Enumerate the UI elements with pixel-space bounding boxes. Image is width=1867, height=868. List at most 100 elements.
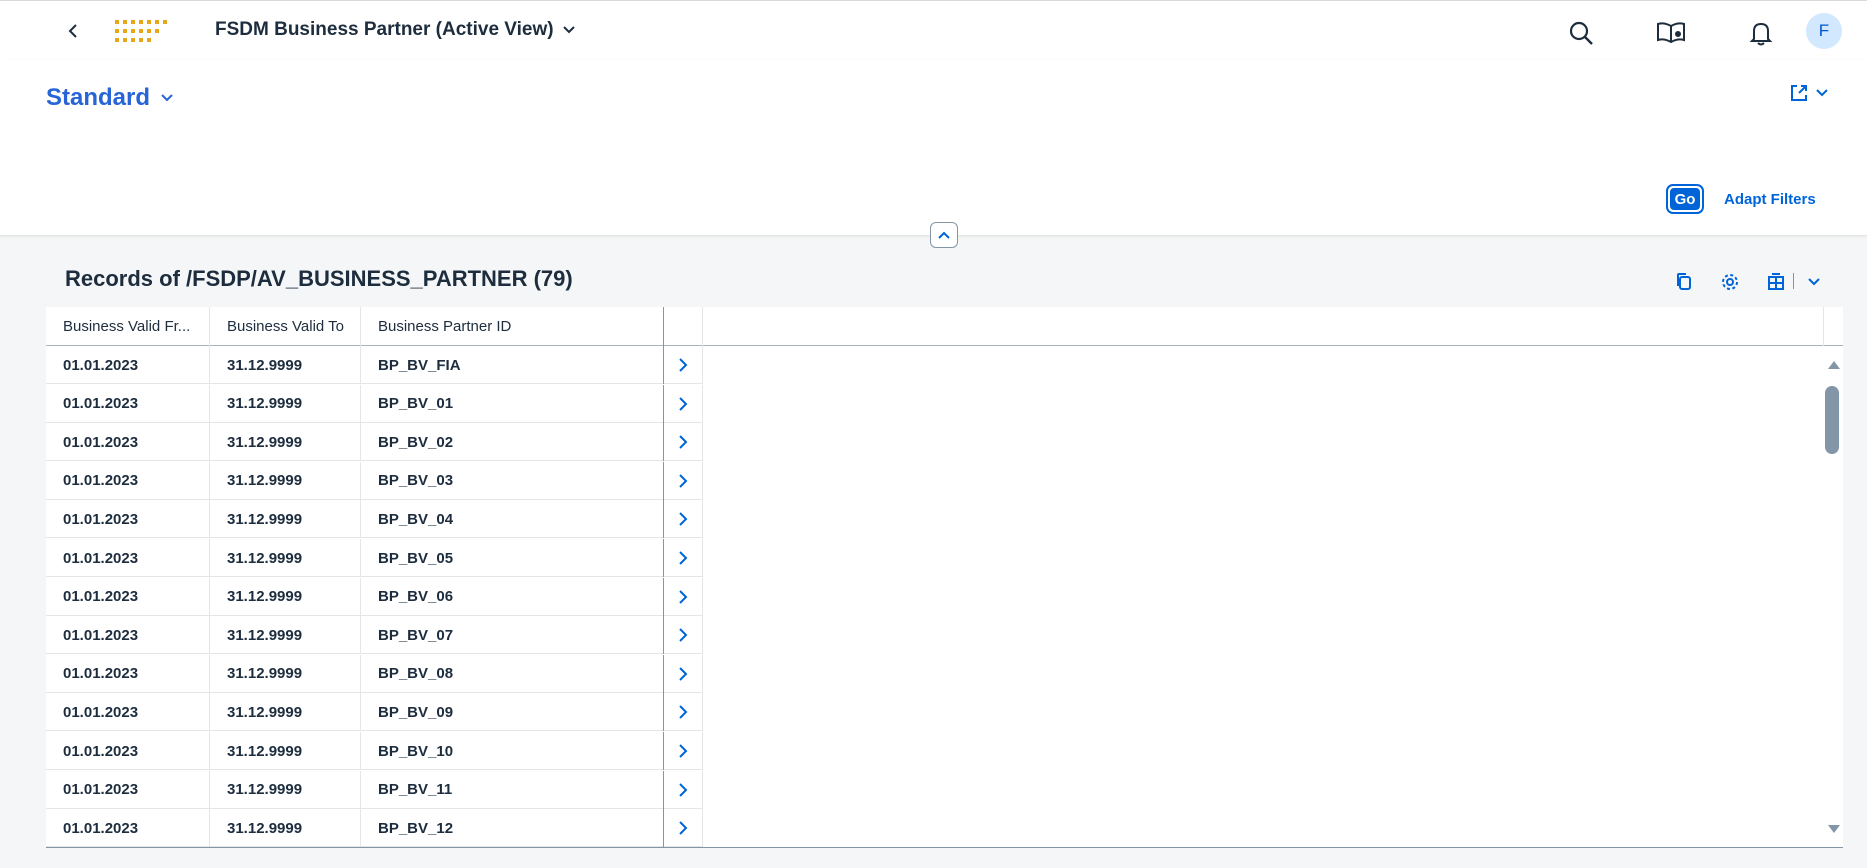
table-row[interactable]: 01.01.2023 31.12.9999 BP_BV_03 [46,461,703,500]
chevron-right-icon [679,705,688,720]
row-navigation[interactable] [664,346,703,384]
chevron-down-icon [1816,89,1828,97]
chevron-down-icon [1808,278,1820,286]
joule-button[interactable] [1653,15,1689,51]
company-logo[interactable] [115,19,175,45]
notifications-button[interactable] [1743,15,1779,51]
row-navigation[interactable] [664,732,703,770]
row-navigation[interactable] [664,809,703,848]
cell-valid-from: 01.01.2023 [46,500,210,539]
table-row[interactable]: 01.01.2023 31.12.9999 BP_BV_11 [46,770,703,809]
scroll-down-arrow-icon[interactable] [1828,824,1840,834]
chevron-right-icon [679,551,688,565]
table-row[interactable]: 01.01.2023 31.12.9999 BP_BV_07 [46,616,703,655]
copy-button[interactable] [1670,268,1698,296]
chevron-right-icon [679,821,688,835]
cell-business-partner-id: BP_BV_06 [361,577,664,616]
table-row[interactable]: 01.01.2023 31.12.9999 BP_BV_05 [46,539,703,577]
notification-bell-icon [1749,22,1773,46]
table-row[interactable]: 01.01.2023 31.12.9999 BP_BV_10 [46,732,703,770]
avatar[interactable]: F [1806,13,1842,49]
row-navigation[interactable] [664,500,703,539]
cell-business-partner-id: BP_BV_05 [361,539,664,577]
table-row[interactable]: 01.01.2023 31.12.9999 BP_BV_01 [46,384,703,423]
cell-valid-to: 31.12.9999 [210,809,361,848]
chevron-down-icon [161,94,173,102]
row-navigation[interactable] [664,770,703,809]
cell-business-partner-id: BP_BV_02 [361,423,664,462]
cell-valid-to: 31.12.9999 [210,461,361,500]
export-menu-button[interactable] [1800,268,1828,296]
table-title: Records of /FSDP/AV_BUSINESS_PARTNER (79… [65,266,573,291]
cell-valid-from: 01.01.2023 [46,654,210,693]
cell-business-partner-id: BP_BV_FIA [361,346,664,384]
table-row[interactable]: 01.01.2023 31.12.9999 BP_BV_FIA [46,346,703,384]
table-row[interactable]: 01.01.2023 31.12.9999 BP_BV_09 [46,693,703,732]
chevron-down-icon [562,26,575,34]
column-header-valid-from[interactable]: Business Valid Fr... [46,307,210,346]
row-navigation[interactable] [664,461,703,500]
table-row[interactable]: 01.01.2023 31.12.9999 BP_BV_12 [46,809,703,848]
cell-valid-from: 01.01.2023 [46,616,210,655]
table-row[interactable]: 01.01.2023 31.12.9999 BP_BV_02 [46,423,703,462]
row-navigation[interactable] [664,693,703,732]
cell-business-partner-id: BP_BV_12 [361,809,664,848]
back-button[interactable] [60,17,86,45]
cell-business-partner-id: BP_BV_03 [361,461,664,500]
cell-valid-to: 31.12.9999 [210,616,361,655]
cell-valid-from: 01.01.2023 [46,423,210,462]
cell-valid-to: 31.12.9999 [210,732,361,770]
search-button[interactable] [1563,15,1599,51]
row-navigation[interactable] [664,616,703,655]
export-button[interactable] [1762,268,1790,296]
cell-valid-from: 01.01.2023 [46,346,210,384]
table-row[interactable]: 01.01.2023 31.12.9999 BP_BV_04 [46,500,703,539]
row-navigation[interactable] [664,539,703,577]
chevron-right-icon [679,667,688,681]
column-header-valid-to[interactable]: Business Valid To [210,307,361,346]
column-header-navigation [664,307,703,346]
go-button[interactable]: Go [1666,184,1704,214]
cell-valid-to: 31.12.9999 [210,500,361,539]
variant-label: Standard [46,84,151,111]
collapse-header-button[interactable] [930,222,958,248]
row-navigation[interactable] [664,654,703,693]
chevron-right-icon [679,589,688,604]
table-row[interactable]: 01.01.2023 31.12.9999 BP_BV_06 [46,577,703,616]
chevron-right-icon [679,744,688,758]
column-header-business-partner-id[interactable]: Business Partner ID [361,307,664,346]
share-button[interactable] [1788,82,1828,104]
export-icon [1768,273,1784,290]
cell-valid-from: 01.01.2023 [46,809,210,848]
row-navigation[interactable] [664,577,703,616]
row-navigation[interactable] [664,423,703,462]
table-header: Business Valid Fr... Business Valid To B… [46,307,1843,346]
cell-valid-from: 01.01.2023 [46,461,210,500]
records-table: Business Valid Fr... Business Valid To B… [46,307,1843,848]
cell-business-partner-id: BP_BV_01 [361,384,664,423]
settings-button[interactable] [1716,268,1744,296]
cell-business-partner-id: BP_BV_11 [361,770,664,809]
chevron-right-icon [679,474,688,488]
cell-business-partner-id: BP_BV_09 [361,693,664,732]
table-row[interactable]: 01.01.2023 31.12.9999 BP_BV_08 [46,654,703,693]
adapt-filters-button[interactable]: Adapt Filters [1724,191,1816,208]
header-divider [1823,307,1824,346]
cell-business-partner-id: BP_BV_10 [361,732,664,770]
scroll-up-arrow-icon[interactable] [1828,360,1840,370]
cell-valid-from: 01.01.2023 [46,384,210,423]
chevron-up-icon [938,231,950,239]
row-navigation[interactable] [664,384,703,423]
cell-business-partner-id: BP_BV_04 [361,500,664,539]
cell-valid-from: 01.01.2023 [46,577,210,616]
variant-selector[interactable]: Standard [46,84,174,112]
cell-valid-from: 01.01.2023 [46,693,210,732]
cell-valid-to: 31.12.9999 [210,654,361,693]
cell-valid-from: 01.01.2023 [46,539,210,577]
filter-header: Standard Go Adapt Filters [0,60,1867,236]
scrollbar-thumb[interactable] [1825,386,1839,454]
share-icon [1791,85,1807,101]
app-title: FSDM Business Partner (Active View) [215,19,554,40]
chevron-right-icon [679,782,688,797]
app-title-menu[interactable]: FSDM Business Partner (Active View) [215,19,576,41]
